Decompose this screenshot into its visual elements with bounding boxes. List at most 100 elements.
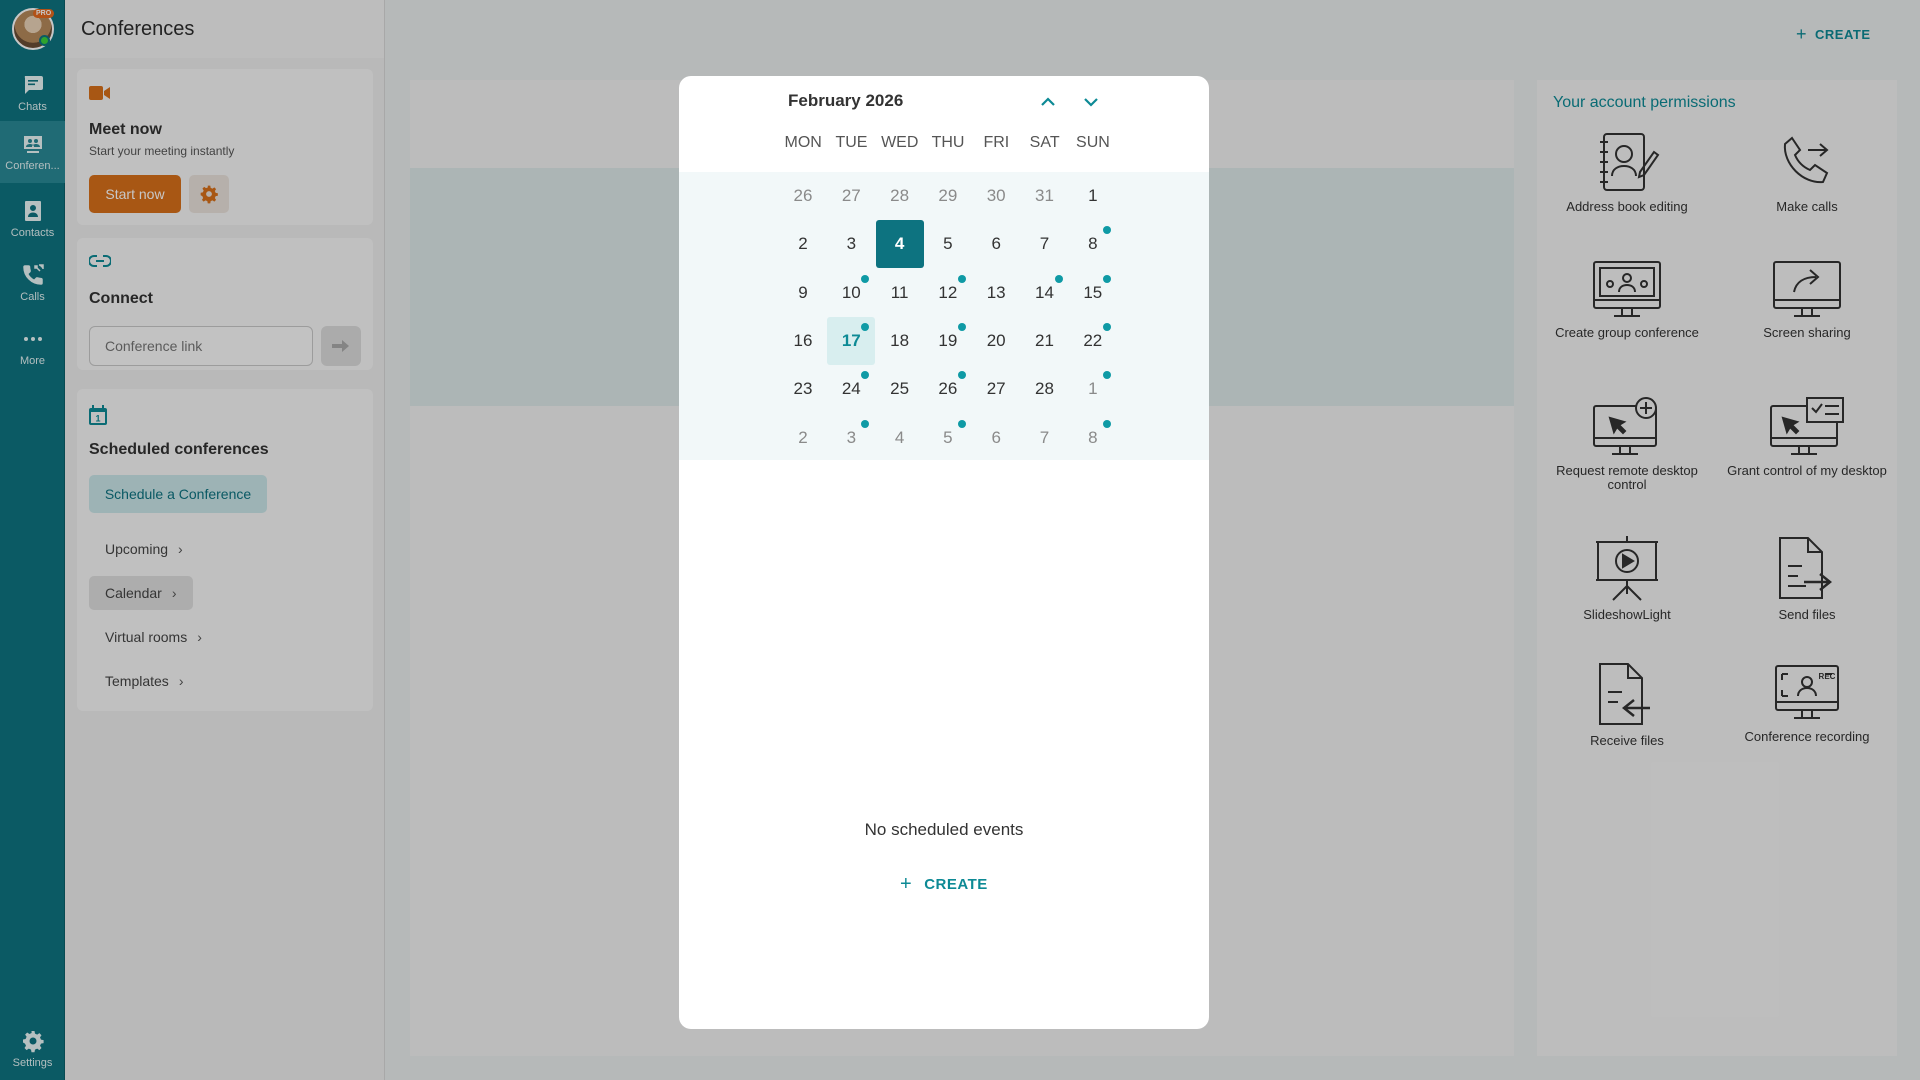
create-label: CREATE [924, 876, 988, 893]
calendar-day-number: 17 [841, 330, 861, 350]
calendar-day-number: 22 [1083, 330, 1103, 350]
calendar-day-number: 21 [1035, 330, 1054, 350]
calendar-day[interactable]: 6 [972, 414, 1020, 462]
event-indicator-dot [1102, 274, 1111, 283]
calendar-day-number: 9 [798, 282, 808, 302]
calendar-day-number: 27 [986, 379, 1006, 399]
calendar-day[interactable]: 4 [876, 414, 924, 462]
calendar-day-number: 27 [841, 186, 861, 205]
calendar-day-number: 2 [798, 234, 808, 254]
calendar-day[interactable]: 20 [972, 317, 1020, 365]
calendar-day[interactable]: 5 [924, 414, 972, 462]
calendar-day[interactable]: 7 [1021, 414, 1069, 462]
previous-month-button[interactable] [1033, 88, 1063, 116]
calendar-day-number: 8 [1088, 234, 1098, 254]
calendar-day[interactable]: 2 [779, 220, 827, 268]
calendar-day-number: 28 [890, 186, 910, 205]
calendar-day-number: 1 [1088, 379, 1098, 399]
calendar-day-number: 6 [991, 234, 1001, 254]
event-indicator-dot [861, 419, 870, 428]
calendar-day-number: 16 [793, 330, 813, 350]
calendar-day-number: 2 [798, 427, 808, 447]
calendar-day[interactable]: 24 [827, 365, 875, 413]
calendar-day-number: 14 [1035, 282, 1054, 302]
calendar-day[interactable]: 15 [1069, 269, 1117, 317]
calendar-day-number: 4 [894, 427, 905, 447]
calendar-day-number: 4 [894, 234, 905, 254]
calendar-day-number: 26 [793, 186, 813, 205]
calendar-day[interactable]: 1 [1069, 365, 1117, 413]
plus-icon: + [900, 873, 913, 895]
weekday-label: TUE [835, 134, 868, 151]
chevron-down-icon [1084, 98, 1098, 107]
calendar-day[interactable]: 2 [779, 414, 827, 462]
calendar-day[interactable]: 8 [1069, 414, 1117, 462]
calendar-day-number: 12 [938, 282, 958, 302]
calendar-day[interactable]: 13 [972, 269, 1020, 317]
calendar-day[interactable]: 11 [876, 269, 924, 317]
calendar-day-number: 7 [1039, 234, 1050, 254]
calendar-day[interactable]: 23 [779, 365, 827, 413]
calendar-day[interactable]: 6 [972, 220, 1020, 268]
calendar-day-number: 26 [938, 379, 958, 399]
month-title: February 2026 [788, 91, 904, 110]
event-indicator-dot [1102, 371, 1111, 380]
calendar-day-number: 31 [1035, 186, 1054, 205]
calendar-day-number: 29 [938, 186, 958, 205]
calendar-day-number: 25 [890, 379, 910, 399]
calendar-day[interactable]: 5 [924, 220, 972, 268]
calendar-modal: February 2026 MON TUE WED THU FRI SAT SU… [679, 76, 1209, 1029]
calendar-day[interactable]: 9 [779, 269, 827, 317]
calendar-day-number: 18 [890, 330, 910, 350]
calendar-day[interactable]: 7 [1021, 220, 1069, 268]
calendar-day[interactable]: 1 [1069, 172, 1117, 220]
calendar-day[interactable]: 14 [1021, 269, 1069, 317]
calendar-day[interactable]: 30 [972, 172, 1020, 220]
calendar-day[interactable]: 16 [779, 317, 827, 365]
calendar-day[interactable]: 21 [1021, 317, 1069, 365]
calendar-day-number: 30 [986, 186, 1006, 205]
calendar-day-number: 23 [793, 379, 813, 399]
calendar-day[interactable]: 3 [827, 414, 875, 462]
calendar-day-number: 1 [1088, 186, 1098, 205]
event-indicator-dot [957, 419, 966, 428]
calendar-day[interactable]: 29 [924, 172, 972, 220]
event-indicator-dot [1054, 274, 1063, 283]
event-indicator-dot [1102, 322, 1111, 331]
calendar-day[interactable]: 27 [972, 365, 1020, 413]
calendar-day-number: 28 [1035, 379, 1054, 399]
weekday-label: WED [881, 134, 919, 151]
weekday-label: FRI [983, 134, 1010, 151]
event-indicator-dot [861, 371, 870, 380]
calendar-day[interactable]: 31 [1021, 172, 1069, 220]
calendar-day-number: 5 [943, 427, 953, 447]
calendar-day-number: 3 [846, 234, 857, 254]
calendar-day-number: 8 [1088, 427, 1098, 447]
calendar-day-number: 13 [986, 282, 1006, 302]
chevron-up-icon [1041, 97, 1055, 106]
calendar-day-today[interactable]: 4 [875, 220, 924, 269]
calendar-day[interactable]: 22 [1069, 317, 1117, 365]
calendar-day[interactable]: 28 [1021, 365, 1069, 413]
calendar-day[interactable]: 3 [827, 220, 875, 268]
weekday-header: MON TUE WED THU FRI SAT SUN [779, 134, 1117, 152]
event-indicator-dot [861, 322, 870, 331]
event-indicator-dot [957, 371, 966, 380]
calendar-day[interactable]: 26 [779, 172, 827, 220]
calendar-day[interactable]: 19 [924, 317, 972, 365]
no-events-message: No scheduled events [864, 820, 1024, 839]
calendar-day[interactable]: 18 [876, 317, 924, 365]
calendar-day[interactable]: 25 [876, 365, 924, 413]
calendar-day-selected[interactable]: 17 [827, 316, 876, 365]
calendar-day[interactable]: 12 [924, 269, 972, 317]
event-indicator-dot [1102, 226, 1111, 235]
calendar-day[interactable]: 8 [1069, 220, 1117, 268]
calendar-day-number: 11 [890, 282, 909, 302]
create-event-button[interactable]: + CREATE [900, 873, 988, 896]
calendar-day-number: 7 [1039, 427, 1050, 447]
calendar-day[interactable]: 27 [827, 172, 875, 220]
calendar-day[interactable]: 28 [876, 172, 924, 220]
calendar-day[interactable]: 26 [924, 365, 972, 413]
calendar-day[interactable]: 10 [827, 269, 875, 317]
next-month-button[interactable] [1076, 88, 1106, 116]
